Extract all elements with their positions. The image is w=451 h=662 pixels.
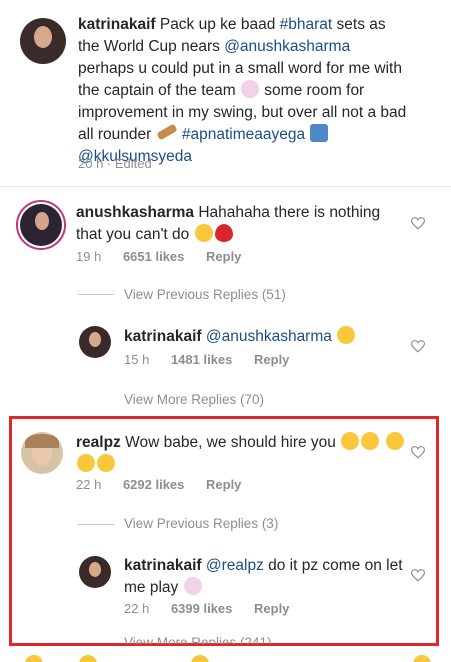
reply-2-meta: 22 h 6399 likes Reply (124, 601, 289, 616)
replies-divider-line (78, 294, 114, 295)
reply-1-mention[interactable]: @anushkasharma (206, 328, 332, 345)
emoji-icon[interactable] (79, 655, 97, 662)
post-edited: Edited (114, 156, 152, 171)
avatar-katrinakaif-post[interactable] (20, 18, 66, 64)
comment-1-meta: 19 h 6651 likes Reply (76, 249, 241, 264)
reply-1-likes[interactable]: 1481 likes (171, 352, 232, 367)
heart-outline-icon[interactable] (411, 217, 425, 230)
avatar-katrinakaif-reply-2[interactable] (79, 556, 111, 588)
movie-camera-emoji-icon (310, 124, 329, 142)
flexed-biceps-emoji-icon (341, 432, 360, 450)
comment-2-body: Wow babe, we should hire you (120, 434, 341, 451)
reply-1-reply-button[interactable]: Reply (254, 352, 289, 367)
comment-1-reply-button[interactable]: Reply (206, 249, 241, 264)
caption-text-1: Pack up ke baad (155, 16, 280, 33)
comment-1-text: anushkasharma Hahahaha there is nothing … (76, 202, 396, 246)
unicorn-emoji-icon (183, 577, 202, 595)
post-caption: katrinakaif Pack up ke baad #bharat sets… (78, 14, 408, 168)
reply-1-time: 15 h (124, 352, 150, 367)
heart-outline-icon[interactable] (411, 340, 425, 353)
post-meta: 20 h · Edited (78, 156, 152, 171)
emoji-quick-bar (0, 655, 451, 662)
reply-2-text: katrinakaif @realpz do it pz come on let… (124, 555, 404, 599)
avatar-face (89, 562, 101, 577)
mention-anushkasharma[interactable]: @anushkasharma (224, 38, 350, 55)
replies-divider-line (78, 524, 114, 525)
comment-2-reply-button[interactable]: Reply (206, 477, 241, 492)
star-struck-emoji-icon (361, 432, 380, 450)
avatar-face (34, 26, 52, 48)
comment-2-username[interactable]: realpz (76, 434, 121, 451)
heart-outline-icon[interactable] (411, 446, 425, 459)
post-username[interactable]: katrinakaif (78, 16, 156, 33)
avatar-face (35, 212, 49, 230)
reply-2-reply-button[interactable]: Reply (254, 601, 289, 616)
avatar-anushkasharma[interactable] (16, 200, 66, 250)
view-previous-replies-1[interactable]: View Previous Replies (51) (124, 287, 286, 302)
view-previous-replies-2[interactable]: View Previous Replies (3) (124, 516, 278, 531)
avatar-image (20, 204, 62, 246)
post-time: 20 h (78, 156, 104, 171)
reply-2-mention[interactable]: @realpz (206, 557, 264, 574)
heart-outline-icon[interactable] (411, 569, 425, 582)
view-more-replies-1[interactable]: View More Replies (70) (124, 392, 264, 407)
comment-2-likes[interactable]: 6292 likes (123, 477, 184, 492)
hashtag-apnatimeaayega[interactable]: #apnatimeaayega (182, 126, 305, 143)
emoji-icon[interactable] (413, 655, 431, 662)
comment-2-text: realpz Wow babe, we should hire you (76, 432, 406, 476)
red-heart-emoji-icon (214, 224, 233, 242)
comment-1-likes[interactable]: 6651 likes (123, 249, 184, 264)
reply-2-username[interactable]: katrinakaif (124, 557, 202, 574)
hashtag-bharat[interactable]: #bharat (280, 16, 333, 33)
reply-1-username[interactable]: katrinakaif (124, 328, 202, 345)
cricket-bat-emoji-icon (155, 123, 178, 141)
view-more-replies-2[interactable]: View More Replies (241) (124, 636, 272, 644)
thumbs-up-emoji-icon (77, 454, 95, 472)
emoji-icon[interactable] (191, 655, 209, 662)
winking-tongue-emoji-icon (97, 454, 115, 472)
heart-eyes-emoji-icon (385, 432, 404, 450)
woman-tipping-hand-emoji-icon (241, 80, 259, 98)
reply-1-text: katrinakaif @anushkasharma (124, 326, 404, 348)
caption-divider (0, 186, 451, 187)
kissing-face-emoji-icon (337, 326, 356, 344)
comment-2-meta: 22 h 6292 likes Reply (76, 477, 241, 492)
reply-2-time: 22 h (124, 601, 150, 616)
laughing-emoji-icon (194, 224, 213, 242)
avatar-katrinakaif-reply-1[interactable] (79, 326, 111, 358)
reply-1-meta: 15 h 1481 likes Reply (124, 352, 289, 367)
comment-2-time: 22 h (76, 477, 102, 492)
comment-1-username[interactable]: anushkasharma (76, 204, 194, 221)
comment-1-time: 19 h (76, 249, 102, 264)
avatar-face (89, 332, 101, 347)
avatar-realpz[interactable] (21, 432, 63, 474)
reply-2-likes[interactable]: 6399 likes (171, 601, 232, 616)
avatar-hair (25, 434, 59, 448)
emoji-icon[interactable] (25, 655, 43, 662)
